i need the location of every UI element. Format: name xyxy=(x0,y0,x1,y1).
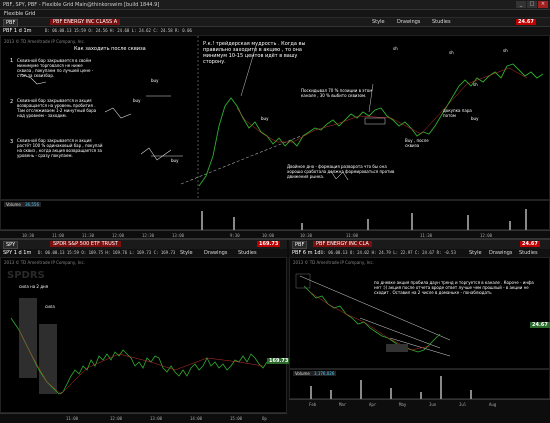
buy-label-1: buy xyxy=(151,78,159,83)
buy-label-right-2: buy xyxy=(471,116,479,121)
pbf-small-volume-panel: Volume 3,176,026 xyxy=(289,369,550,400)
sh-label-1: sh xyxy=(393,46,398,51)
spy-time-axis: 11:00 12:00 13:00 14:00 15:00 Op xyxy=(0,413,287,423)
pbf-small-studies-button[interactable]: Studies xyxy=(519,250,538,256)
pbf-small-style-button[interactable]: Style xyxy=(469,250,482,256)
pbf-small-ohlc-bar: PBF 6 m 1d D: 06.08.13 O: 24.02 H: 24.79… xyxy=(289,249,550,257)
sh-label-3: sh xyxy=(503,48,508,53)
pbf-small-series xyxy=(303,285,441,353)
example-sketch-2 xyxy=(104,107,132,119)
pbf-small-timeframe[interactable]: PBF 6 m 1d xyxy=(292,250,321,256)
pbf-small-header: PBF PBF ENERGY INC CLA 24.67 xyxy=(289,240,550,249)
minimize-button[interactable]: _ xyxy=(516,1,526,8)
partial-note: Поскидывал 70 % позиции в этом канале , … xyxy=(301,88,373,98)
pbf-small-time-axis: Feb Mar Apr May Jun Jul Aug xyxy=(289,399,550,423)
main-style-button[interactable]: Style xyxy=(372,19,385,25)
spy-note-2: сила xyxy=(45,304,55,309)
spy-chart-panel[interactable]: 2013 © TD Ameritrade IP Company, Inc. SP… xyxy=(0,257,291,413)
spy-price-tag: 169.73 xyxy=(257,241,281,247)
squeeze-zone-1 xyxy=(19,298,37,378)
main-company-header: PBF ENERGY INC CLASS A xyxy=(50,19,121,25)
spy-price-chart xyxy=(10,298,268,395)
double-bottom-note: Двойное дно - формация разворота что бы … xyxy=(287,164,395,179)
grid-title: Flexible Grid xyxy=(4,11,36,17)
example-sketch-3 xyxy=(140,147,172,161)
spy-ohlc-bar: SPY 1 d 1m D: 06.08.13 15:59 O: 169.75 H… xyxy=(0,249,287,257)
spy-timeframe[interactable]: SPY 1 d 1m xyxy=(3,250,31,256)
maximize-button[interactable]: □ xyxy=(527,1,537,8)
window-titlebar: PBF, SPY, PBF - Flexible Grid Main@think… xyxy=(0,0,550,10)
low-marker xyxy=(386,344,408,352)
pbf-small-volume-bars xyxy=(310,376,472,400)
spy-style-button[interactable]: Style xyxy=(180,250,193,256)
pbf-small-drawings-button[interactable]: Drawings xyxy=(489,250,512,256)
spy-studies-button[interactable]: Studies xyxy=(238,250,257,256)
main-chart-panel[interactable]: 2013 © TD Ameritrade IP Company, Inc. Ка… xyxy=(0,35,550,201)
sh-label-2: sh xyxy=(449,50,454,55)
buy-after-squeeze-note: Buy , после сквиза xyxy=(405,138,429,148)
channel-line-1 xyxy=(359,317,441,349)
sh-label-4: sh xyxy=(473,82,478,87)
pbf-small-company-header: PBF ENERGY INC CLA xyxy=(313,241,372,247)
pbf-small-series-down xyxy=(309,291,431,351)
note-num-3: 3 xyxy=(10,139,14,145)
quote-note: Р.к.! трейдерская мудрость . Когда вы пр… xyxy=(203,41,306,65)
main-timeframe[interactable]: PBF 1 d 1m xyxy=(3,28,32,34)
main-symbol-input[interactable]: PBF xyxy=(3,19,19,27)
spy-symbol-input[interactable]: SPY xyxy=(3,241,19,249)
main-studies-button[interactable]: Studies xyxy=(432,19,451,25)
add-after-squeeze-note: докупка пара потом xyxy=(443,108,472,118)
spy-side-price: 169.73 xyxy=(267,358,291,364)
squeeze-box xyxy=(364,117,386,125)
buy-label-3: buy xyxy=(171,158,179,163)
note-3: Сквизной бар закрывается и акция растёт … xyxy=(17,138,103,158)
price-series-down xyxy=(236,67,528,143)
spy-company-header: SPDR S&P 500 ETF TRUST xyxy=(50,241,122,247)
high-marker xyxy=(295,273,311,289)
close-button[interactable]: × xyxy=(538,1,548,8)
main-price-tag: 24.67 xyxy=(516,19,536,25)
spy-drawings-button[interactable]: Drawings xyxy=(204,250,227,256)
note-2: Сквизной бар закрывается и акция возвращ… xyxy=(17,98,97,118)
pbf-small-chart-panel[interactable]: 2013 © TD Ameritrade IP Company, Inc. по… xyxy=(289,257,550,369)
pbf-small-note: по дневке акция пробила даун тренд и тор… xyxy=(374,280,534,295)
spy-ohlc: D: 06.08.13 15:59 O: 169.75 H: 169.76 L:… xyxy=(38,250,176,255)
main-chart-header: PBF PBF ENERGY INC CLASS A Style Drawing… xyxy=(0,18,550,27)
window-title: PBF, SPY, PBF - Flexible Grid Main@think… xyxy=(3,2,160,8)
pbf-small-ohlc: D: 06.08.13 O: 24.02 H: 24.79 L: 22.97 C… xyxy=(321,250,456,255)
main-volume-panel: Volume 36,556 xyxy=(0,200,550,231)
grid-menubar: Flexible Grid xyxy=(0,10,550,18)
pbf-small-symbol-input[interactable]: PBF xyxy=(292,241,308,249)
buy-label-right-1: buy xyxy=(261,116,269,121)
main-time-axis: 10:30 11:00 11:30 12:00 12:30 13:00 9:30… xyxy=(0,230,550,238)
note-1: Сквизной бар закрывается в своём минимум… xyxy=(17,58,94,78)
pbf-small-price-tag: 24.67 xyxy=(520,241,540,247)
main-ohlc-bar: PBF 1 d 1m D: 06.08.13 15:59 O: 24.56 H:… xyxy=(0,27,550,35)
note-num-1: 1 xyxy=(10,58,14,64)
spy-note-1: сила на 2 дня xyxy=(19,284,49,289)
pbf-small-price-chart xyxy=(295,273,451,357)
main-drawings-button[interactable]: Drawings xyxy=(397,19,420,25)
main-volume-bars xyxy=(201,209,527,231)
main-ohlc: D: 06.08.13 15:59 O: 24.56 H: 24.68 L: 2… xyxy=(45,28,192,33)
pbf-small-side-price: 24.67 xyxy=(530,322,550,328)
buy-label-2: buy xyxy=(133,98,141,103)
spy-header: SPY SPDR S&P 500 ETF TRUST 169.73 xyxy=(0,240,287,249)
notes-left-title: Как заходить после сквиза xyxy=(74,46,146,52)
note-num-2: 2 xyxy=(10,99,14,105)
